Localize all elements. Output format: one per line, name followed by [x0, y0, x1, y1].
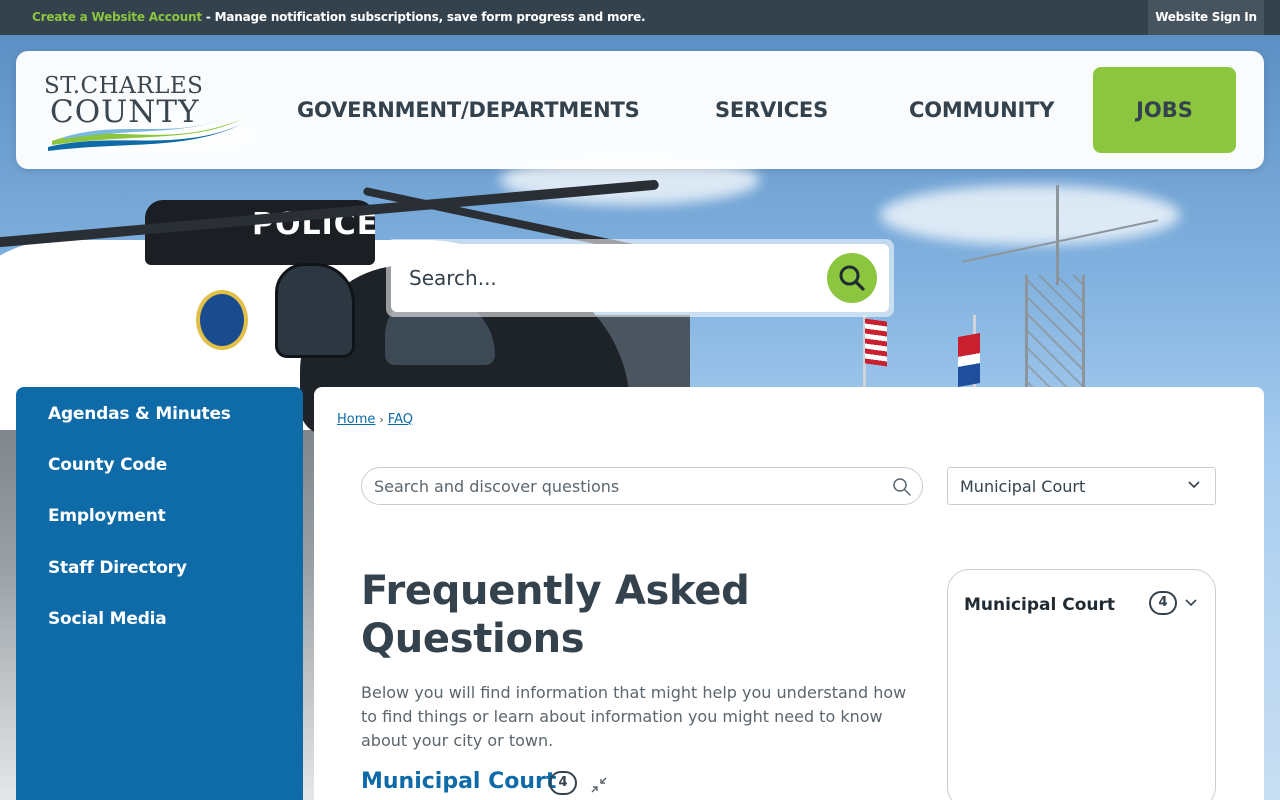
breadcrumb-faq[interactable]: FAQ [388, 412, 413, 427]
account-message-text: - Manage notification subscriptions, sav… [201, 10, 646, 24]
side-card-title[interactable]: Municipal Court [964, 595, 1115, 615]
utility-bar: Create a Website Account - Manage notifi… [0, 0, 1280, 35]
chevron-down-icon [1188, 481, 1200, 489]
site-search-button[interactable] [827, 253, 877, 303]
page-title: Frequently Asked Questions [361, 568, 750, 662]
collapse-icon[interactable] [588, 774, 610, 796]
faq-search [361, 467, 923, 505]
faq-category-select[interactable]: Municipal Court [947, 467, 1216, 505]
side-card-count-badge: 4 [1149, 591, 1177, 615]
main-content: Home › FAQ Municipal Court Frequently Aske… [314, 387, 1264, 800]
site-header: ST.CHARLES COUNTY GOVERNMENT/DEPARTMENTS… [16, 51, 1264, 169]
search-icon[interactable] [892, 477, 912, 497]
air-support-emblem [196, 290, 248, 350]
category-count-badge: 4 [549, 771, 577, 795]
nav-community[interactable]: COMMUNITY [909, 51, 1054, 169]
jobs-button[interactable]: JOBS [1093, 67, 1236, 153]
helicopter-window [275, 263, 355, 358]
sidebar-item-agendas-minutes[interactable]: Agendas & Minutes [48, 404, 231, 424]
site-search-input[interactable] [409, 244, 809, 312]
state-flag [958, 333, 980, 387]
breadcrumb-home[interactable]: Home [337, 412, 375, 427]
sidebar-item-county-code[interactable]: County Code [48, 455, 167, 475]
sidebar-quick-links: Agendas & Minutes County Code Employment… [16, 387, 303, 800]
breadcrumb-separator: › [379, 413, 384, 426]
page-description: Below you will find information that mig… [361, 683, 907, 750]
us-flag [865, 318, 887, 367]
radio-mast [1056, 185, 1059, 285]
chevron-down-icon[interactable] [1184, 598, 1198, 608]
site-search [386, 239, 894, 317]
cloud [880, 185, 1180, 245]
nav-services[interactable]: SERVICES [715, 51, 828, 169]
breadcrumb: Home › FAQ [337, 412, 413, 427]
site-logo[interactable]: ST.CHARLES COUNTY [44, 73, 244, 151]
site-search-box [391, 244, 889, 312]
create-account-link[interactable]: Create a Website Account [32, 10, 202, 24]
faq-category-select-value: Municipal Court [960, 477, 1086, 496]
nav-government-departments[interactable]: GOVERNMENT/DEPARTMENTS [297, 51, 640, 169]
sidebar-item-social-media[interactable]: Social Media [48, 609, 167, 629]
sidebar-item-staff-directory[interactable]: Staff Directory [48, 558, 187, 578]
search-icon [839, 265, 865, 291]
faq-category-heading[interactable]: Municipal Court [361, 769, 556, 794]
category-side-card: Municipal Court 4 [947, 569, 1216, 800]
faq-search-input[interactable] [374, 468, 874, 504]
logo-swoosh-icon [48, 115, 242, 151]
account-message: Create a Website Account - Manage notifi… [32, 10, 646, 24]
website-sign-in-button[interactable]: Website Sign In [1148, 0, 1264, 35]
sidebar-item-employment[interactable]: Employment [48, 506, 166, 526]
